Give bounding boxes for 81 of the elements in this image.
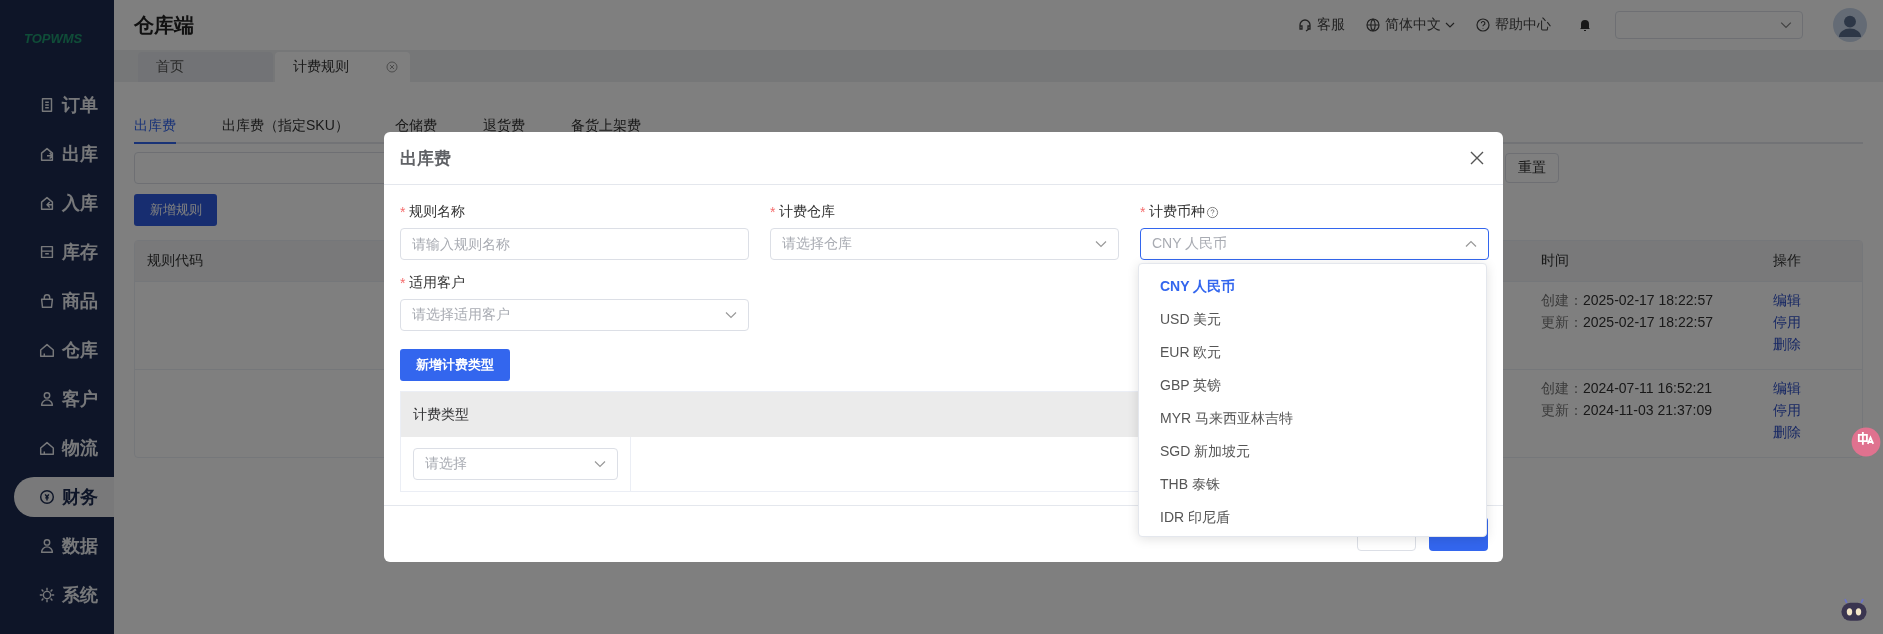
action-link[interactable]: 编辑	[1773, 380, 1801, 398]
menu-item-icon	[38, 292, 56, 310]
text-input[interactable]: 请输入规则名称	[400, 228, 749, 260]
caret-icon	[1780, 19, 1792, 31]
column-header: 计费类型	[413, 405, 469, 424]
fee-tab[interactable]: 出库费	[134, 110, 176, 144]
timestamp: 2025-02-17 18:22:57	[1583, 292, 1713, 308]
add-fee-type-button[interactable]: 新增计费类型	[400, 349, 510, 381]
menu-item-icon	[38, 145, 56, 163]
logo: TOPWMS	[24, 31, 84, 48]
currency-option[interactable]: GBP 英镑	[1139, 369, 1486, 402]
sidebar-item[interactable]: 数据	[14, 526, 114, 566]
sidebar-item[interactable]: 系统	[14, 575, 114, 615]
timestamp: 2024-11-03 21:37:09	[1583, 402, 1712, 418]
page-tab[interactable]: 首页	[138, 52, 273, 82]
reset-button[interactable]: 重置	[1505, 153, 1559, 183]
menu-item-icon	[38, 243, 56, 261]
menu-item-icon	[38, 488, 56, 506]
field-label: 适用客户	[409, 274, 466, 292]
fee-tab[interactable]: 出库费（指定SKU）	[222, 110, 349, 142]
action-link[interactable]: 停用	[1773, 402, 1801, 420]
close-icon[interactable]	[1469, 150, 1485, 166]
select-field[interactable]: CNY 人民币	[1140, 228, 1489, 260]
column-header: 操作	[1772, 252, 1802, 270]
column-header: 规则代码	[146, 252, 204, 270]
dialog-title: 出库费	[400, 147, 451, 170]
timestamp: 2024-07-11 16:52:21	[1583, 380, 1712, 396]
field-label: 计费币种	[1149, 203, 1206, 221]
sidebar-item[interactable]: 物流	[14, 428, 114, 468]
headset-icon	[1297, 17, 1313, 33]
action-link[interactable]: 删除	[1773, 424, 1801, 442]
select-field[interactable]: 请选择仓库	[770, 228, 1119, 260]
action-link[interactable]: 编辑	[1773, 292, 1801, 310]
time-label: 创建：	[1541, 380, 1583, 396]
action-link[interactable]: 停用	[1773, 314, 1801, 332]
sidebar-item[interactable]: 订单	[14, 85, 114, 125]
menu-item-icon	[38, 390, 56, 408]
menu-item-icon	[38, 194, 56, 212]
time-label: 更新：	[1541, 402, 1583, 418]
currency-option[interactable]: THB 泰铢	[1139, 468, 1486, 501]
field-label: 计费仓库	[779, 203, 836, 221]
time-label: 更新：	[1541, 314, 1583, 330]
avatar[interactable]	[1833, 8, 1867, 42]
help-icon[interactable]	[1206, 205, 1220, 219]
currency-option[interactable]: CNY 人民币	[1139, 270, 1486, 303]
sidebar-item[interactable]: 仓库	[14, 330, 114, 370]
time-label: 创建：	[1541, 292, 1583, 308]
required-mark: *	[400, 204, 406, 220]
help-icon	[1475, 17, 1491, 33]
timestamp: 2025-02-17 18:22:57	[1583, 314, 1713, 330]
menu-item-icon	[38, 439, 56, 457]
sidebar-item[interactable]: 入库	[14, 183, 114, 223]
globe-icon	[1365, 17, 1381, 33]
add-rule-button[interactable]: 新增规则	[134, 194, 217, 226]
currency-option[interactable]: EUR 欧元	[1139, 336, 1486, 369]
currency-option[interactable]: USD 美元	[1139, 303, 1486, 336]
sidebar-item[interactable]: 出库	[14, 134, 114, 174]
currency-option[interactable]: MYR 马来西亚林吉特	[1139, 402, 1486, 435]
required-mark: *	[1140, 204, 1146, 220]
menu-item-icon	[38, 586, 56, 604]
column-header: 时间	[1540, 252, 1570, 270]
sidebar-item[interactable]: 客户	[14, 379, 114, 419]
header-link[interactable]: 客服	[1297, 16, 1345, 34]
sidebar-item[interactable]: 商品	[14, 281, 114, 321]
field-label: 规则名称	[409, 203, 466, 221]
select-field[interactable]: 请选择适用客户	[400, 299, 749, 331]
action-link[interactable]: 删除	[1773, 336, 1801, 354]
app-title: 仓库端	[134, 12, 194, 38]
sidebar-item[interactable]: 财务	[14, 477, 114, 517]
page-tab[interactable]: 计费规则	[275, 52, 410, 82]
currency-option[interactable]: SGD 新加坡元	[1139, 435, 1486, 468]
currency-option[interactable]: IDR 印尼盾	[1139, 501, 1486, 534]
header-link[interactable]: 简体中文	[1365, 16, 1455, 34]
caret-icon	[1445, 20, 1455, 30]
menu-item-icon	[38, 341, 56, 359]
required-mark: *	[770, 204, 776, 220]
menu-item-icon	[38, 537, 56, 555]
sidebar-item[interactable]: 库存	[14, 232, 114, 272]
required-mark: *	[400, 275, 406, 291]
select-field[interactable]: 请选择	[413, 448, 618, 480]
header-link[interactable]: 帮助中心	[1475, 16, 1551, 34]
